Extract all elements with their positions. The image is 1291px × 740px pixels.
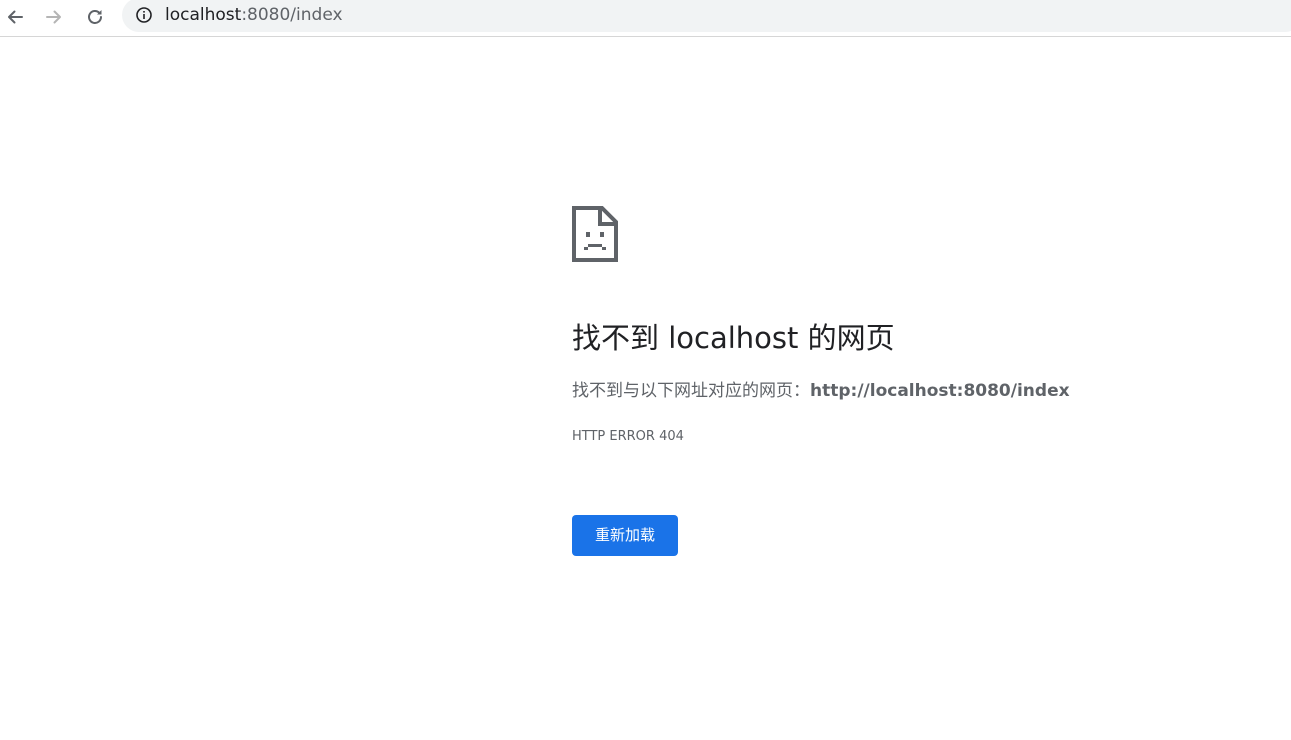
reload-toolbar-button[interactable]	[81, 3, 109, 31]
forward-arrow-icon	[46, 10, 61, 24]
sad-document-icon	[572, 206, 618, 262]
error-code: HTTP ERROR 404	[572, 429, 684, 444]
reload-button[interactable]: 重新加载	[572, 515, 678, 556]
back-button[interactable]	[1, 3, 29, 31]
url-host: localhost	[165, 5, 242, 25]
url-text[interactable]: localhost:8080/index	[165, 4, 343, 26]
back-arrow-icon	[8, 10, 23, 24]
error-description: 找不到与以下网址对应的网页：http://localhost:8080/inde…	[572, 378, 1070, 404]
url-path: :8080/index	[241, 5, 343, 25]
info-icon[interactable]	[135, 6, 153, 24]
browser-toolbar: localhost:8080/index	[0, 0, 1291, 37]
reload-icon	[88, 10, 102, 24]
address-bar[interactable]: localhost:8080/index	[122, 0, 1291, 32]
forward-button[interactable]	[40, 3, 68, 31]
error-description-url: http://localhost:8080/index	[810, 381, 1070, 401]
error-headline: 找不到 localhost 的网页	[572, 321, 895, 355]
error-description-prefix: 找不到与以下网址对应的网页：	[572, 381, 810, 401]
